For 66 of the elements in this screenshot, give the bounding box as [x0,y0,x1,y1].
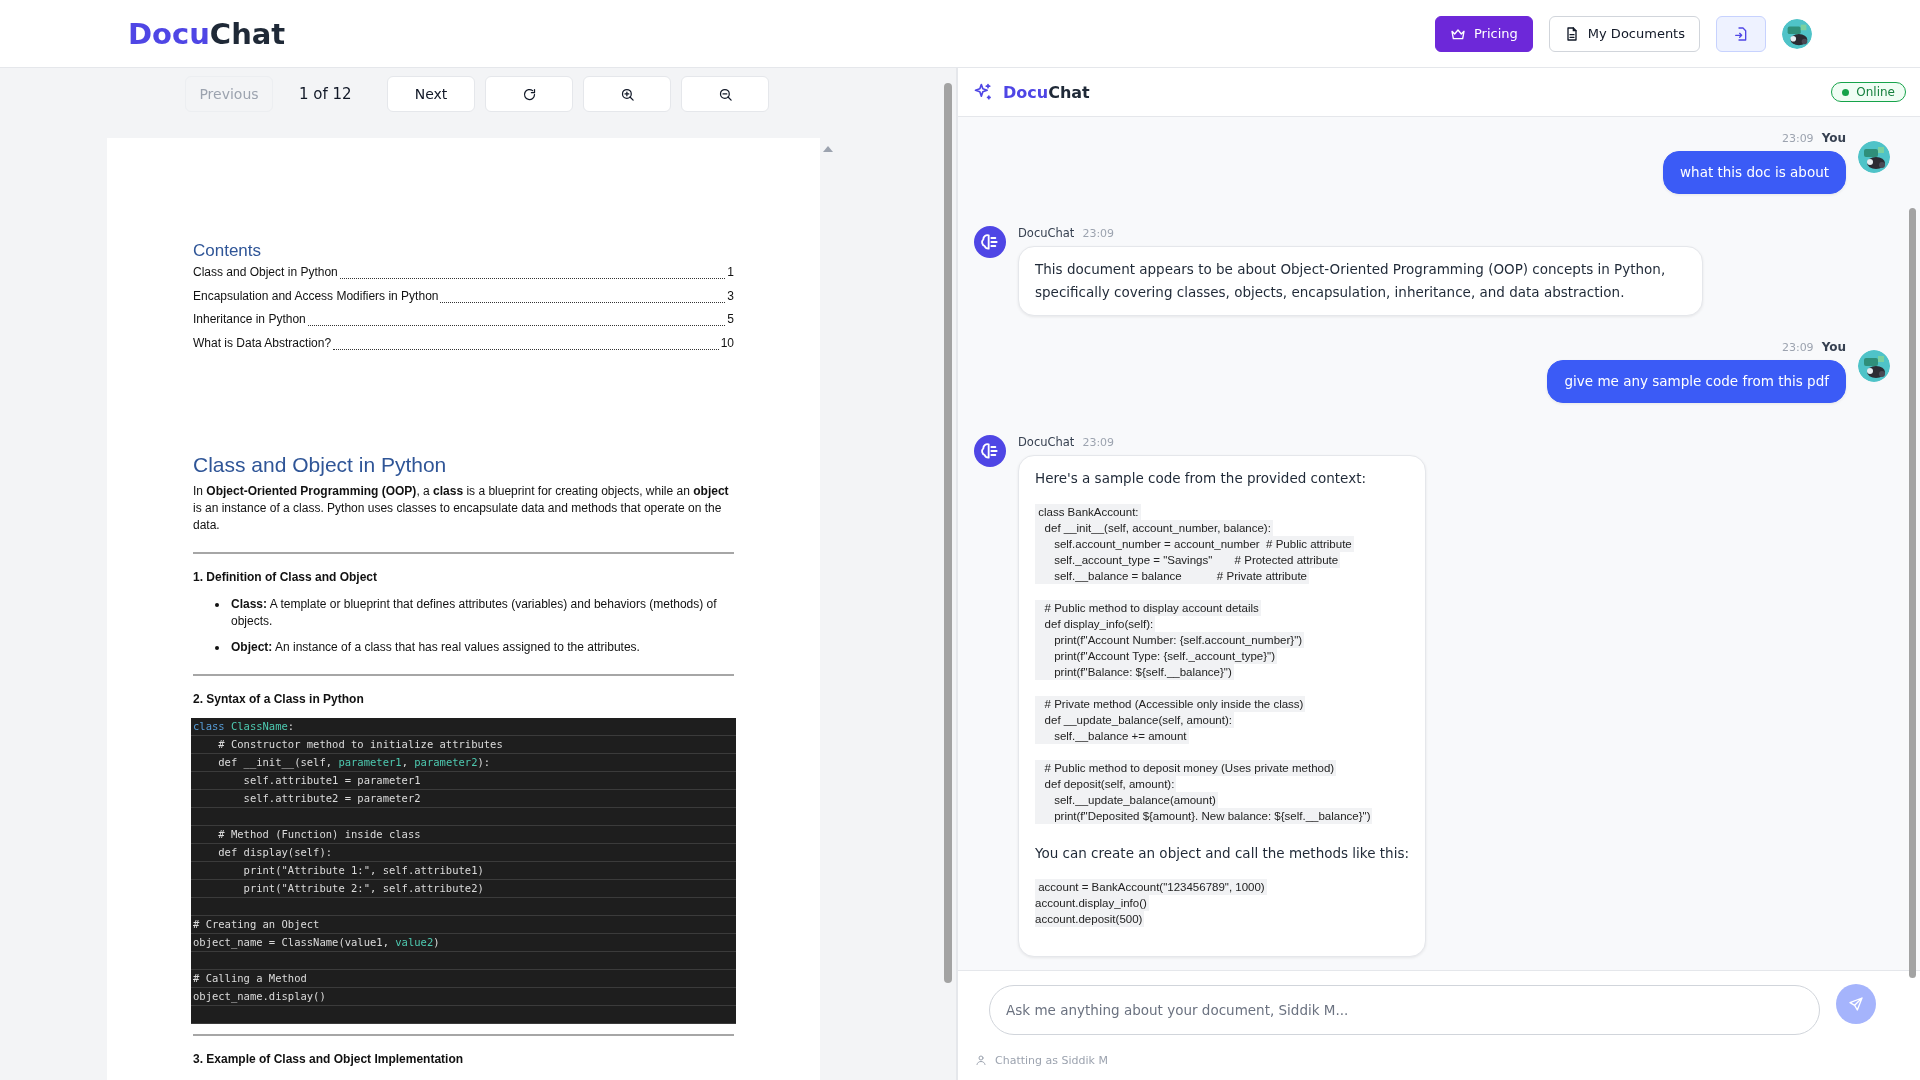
toc-entry[interactable]: What is Data Abstraction? 10 [193,335,734,359]
logo: DocuChat [128,16,286,51]
bot-avatar-icon [974,226,1006,258]
code-line: # Calling a Method [193,972,307,984]
code-line: # Creating an Object [193,918,320,930]
zoom-in-button[interactable] [583,76,671,112]
bullet-icon [215,646,219,650]
scrollbar-thumb[interactable] [1909,208,1916,978]
import-button[interactable] [1716,15,1766,52]
timestamp: 23:09 [1082,227,1115,240]
code-line: def __init__(self, parameter1, parameter2): [217,756,491,768]
scroll-up-icon[interactable] [823,146,833,152]
message-text: what this doc is about [1680,163,1829,182]
sender-name: DocuChat [1018,435,1075,449]
code-line: self.attribute2 = parameter2 [242,792,421,804]
file-import-icon [1733,25,1749,42]
send-button[interactable] [1836,983,1876,1024]
status-badge: Online [1831,82,1906,102]
code-line: print("Attribute 1:", self.attribute1) [242,864,484,876]
code-line: # Method (Function) inside class [217,828,421,840]
sender-name: You [1821,131,1846,145]
message-text: Here's a sample code from the provided context: [1035,469,1367,488]
bot-avatar-icon [974,435,1006,467]
zoom-in-icon [619,86,635,102]
timestamp: 23:09 [1781,132,1814,145]
documents-button[interactable]: My Documents [1548,15,1700,52]
list-item: Object: An instance of a class that has real values assigned to the attributes. [231,639,640,656]
page-indicator: 1 of 12 [299,85,353,103]
toc-entry[interactable]: Class and Object in Python 1 [193,265,734,289]
sender-name: DocuChat [1018,226,1075,240]
sparkle-icon [973,82,993,102]
code-line: print("Attribute 2:", self.attribute2) [242,882,484,894]
timestamp: 23:09 [1082,436,1115,449]
scrollbar-thumb[interactable] [944,83,952,983]
message-text: give me any sample code from this pdf [1564,372,1829,391]
chat-title: DocuChat [1003,82,1091,102]
subheading: 3. Example of Class and Object Implementation [193,1052,465,1066]
zoom-out-icon [717,86,733,102]
toc-entry[interactable]: Encapsulation and Access Modifiers in Python 3 [193,288,734,312]
timestamp: 23:09 [1781,341,1814,354]
bullet-icon [215,603,219,607]
message-input[interactable]: Ask me anything about your document, Siddik M... [989,984,1820,1035]
zoom-out-button[interactable] [681,76,769,112]
user-icon [975,1054,987,1066]
sender-name: You [1821,340,1846,354]
send-icon [1848,995,1864,1012]
toc-entry[interactable]: Inheritance in Python 5 [193,312,734,336]
refresh-icon [521,86,537,102]
section-heading: Class and Object in Python [193,453,448,477]
code-line: def display(self): [217,846,333,858]
code-line: class ClassName: [193,720,295,732]
subheading: 1. Definition of Class and Object [193,570,379,584]
list-item: Class: A template or blueprint that defines attributes (variables) and behaviors (methods) of objects. [231,596,718,630]
contents-title: Contents [193,241,263,261]
code-line: self.attribute1 = parameter1 [242,774,421,786]
message-text: This document appears to be about Object-Oriented Programming (OOP) concepts in Python, specifically covering classes, objects, encapsulation, inheritance, and data abstraction. [1035,260,1667,302]
code-line: # Constructor method to initialize attributes [217,738,503,750]
pricing-button[interactable]: Pricing [1435,15,1533,52]
code-line: object_name = ClassName(value1, value2) [193,936,440,948]
subheading: 2. Syntax of a Class in Python [193,692,365,706]
next-button[interactable]: Next [387,76,475,112]
paragraph: In Object-Oriented Programming (OOP), a class is a blueprint for creating objects, while an object is an instance of a class. Python uses classes to encapsulate data and methods that operate on the data. [193,483,730,534]
footer-text: Chatting as Siddik M [995,1053,1108,1067]
message-text: You can create an object and call the methods like this: [1035,844,1409,863]
refresh-button[interactable] [485,76,573,112]
code-line: object_name.display() [193,990,326,1002]
